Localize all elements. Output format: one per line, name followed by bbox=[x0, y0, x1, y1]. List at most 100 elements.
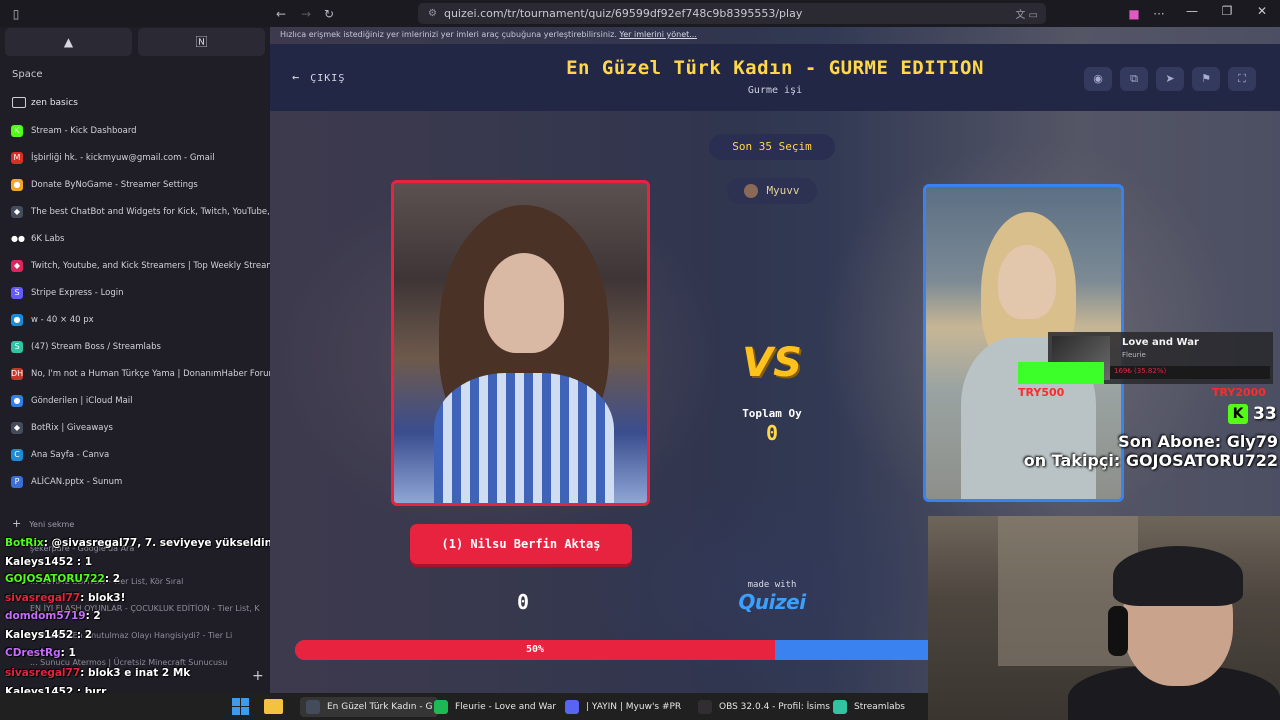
url-bar[interactable]: ⚙ quizei.com/tr/tournament/quiz/69599df9… bbox=[418, 3, 1046, 24]
sidebar-tab-label: Ana Sayfa - Canva bbox=[31, 449, 110, 460]
sidebar-tab-label: w - 40 × 40 px bbox=[31, 314, 94, 325]
more-menu-icon[interactable]: ··· bbox=[1150, 5, 1168, 23]
send-icon[interactable]: ➤ bbox=[1156, 67, 1184, 91]
folder-zen-basics[interactable]: zen basics bbox=[12, 97, 78, 108]
taskbar-app[interactable]: OBS 32.0.4 - Profil: İsims bbox=[698, 697, 830, 717]
quizei-logo[interactable]: Quizei bbox=[730, 590, 814, 614]
sidebar-tab[interactable]: ● w - 40 × 40 px bbox=[0, 306, 270, 333]
file-explorer-icon[interactable] bbox=[264, 699, 283, 714]
sidebar-tab[interactable]: ◆ BotRix | Giveaways bbox=[0, 414, 270, 441]
chat-username: sivasregal77 bbox=[5, 667, 81, 679]
sidebar-tab[interactable]: ◆ The best ChatBot and Widgets for Kick, … bbox=[0, 198, 270, 225]
chat-text: : blok3! bbox=[80, 592, 126, 604]
tab-favicon-icon: ● bbox=[11, 178, 23, 191]
sidebar-tab[interactable]: ● Donate ByNoGame - Streamer Settings bbox=[0, 171, 270, 198]
song-artist: Fleurie bbox=[1122, 351, 1146, 359]
reload-icon[interactable]: ↻ bbox=[320, 5, 338, 23]
back-icon[interactable]: ← bbox=[272, 5, 290, 23]
tab-favicon-icon: ◆ bbox=[11, 259, 23, 272]
eye-icon[interactable]: ◉ bbox=[1084, 67, 1112, 91]
goal-start-label: TRY500 bbox=[1018, 386, 1065, 399]
right-photo-face bbox=[998, 245, 1056, 319]
tab-favicon-icon: ● bbox=[11, 394, 23, 407]
sidebar-tab-label: ALİCAN.pptx - Sunum bbox=[31, 476, 123, 487]
space-label: Space bbox=[12, 69, 43, 80]
sidebar-tab[interactable]: C Ana Sayfa - Canva bbox=[0, 441, 270, 468]
chat-message: Kaleys1452 : 2 bbox=[5, 629, 92, 641]
left-choice-button[interactable]: (1) Nilsu Berfin Aktaş bbox=[410, 524, 632, 564]
chat-message: CDrestRg: 1 bbox=[5, 647, 76, 659]
sidebar-tab-label: 6K Labs bbox=[31, 233, 65, 244]
sidebar-tab[interactable]: ●● 6K Labs bbox=[0, 225, 270, 252]
tab-favicon-icon: S bbox=[11, 340, 23, 353]
tab-favicon-icon: ● bbox=[11, 313, 23, 326]
windows-start-icon[interactable] bbox=[232, 698, 249, 715]
tab-favicon-icon: K bbox=[11, 124, 23, 137]
forward-icon[interactable]: → bbox=[297, 5, 315, 23]
chat-username: domdom5719 bbox=[5, 610, 86, 622]
manage-bookmarks-link[interactable]: Yer imlerini yönet... bbox=[619, 30, 696, 39]
share-icon[interactable]: ⧉ bbox=[1120, 67, 1148, 91]
sidebar-tab[interactable]: M İşbirliği hk. - kickmyuw@gmail.com - Gm… bbox=[0, 144, 270, 171]
minimize-icon[interactable]: — bbox=[1180, 4, 1204, 18]
sidebar-tab[interactable]: P ALİCAN.pptx - Sunum bbox=[0, 468, 270, 495]
chat-message: BotRix: @sivasregal77, 7. seviyeye yükse… bbox=[5, 537, 272, 549]
webcam-feed bbox=[928, 516, 1280, 720]
sidebar-tab[interactable]: S Stripe Express - Login bbox=[0, 279, 270, 306]
vote-progress-label: 50% bbox=[525, 644, 545, 655]
chat-text: : 1 bbox=[60, 647, 76, 659]
site-info-icon[interactable]: ⚙ bbox=[428, 8, 437, 19]
chat-message: sivasregal77: blok3! bbox=[5, 592, 125, 604]
sidebar-tab[interactable]: S (47) Stream Boss / Streamlabs bbox=[0, 333, 270, 360]
sidebar-tab-label: Stream - Kick Dashboard bbox=[31, 125, 137, 136]
taskbar-app[interactable]: | YAYIN | Myuw's #PR bbox=[565, 697, 681, 717]
folder-label: zen basics bbox=[31, 97, 78, 108]
add-icon[interactable]: + bbox=[252, 668, 264, 684]
warning-button[interactable]: ▲ bbox=[5, 28, 132, 56]
goal-progress-fill bbox=[1018, 362, 1104, 384]
taskbar-app[interactable]: Fleurie - Love and War bbox=[434, 697, 556, 717]
sidebar-tab[interactable]: ● Gönderilen | iCloud Mail bbox=[0, 387, 270, 414]
last-follower: on Takipçi: GOJOSATORU722 bbox=[1023, 451, 1278, 470]
tab-favicon-icon: ●● bbox=[11, 232, 25, 245]
sidebar-tab[interactable]: DH No, I'm not a Human Türkçe Yama | Dona… bbox=[0, 360, 270, 387]
new-tab-label: Yeni sekme bbox=[29, 520, 75, 529]
taskbar-app-label: | YAYIN | Myuw's #PR bbox=[586, 702, 682, 712]
bookmark-hint-text: Hızlıca erişmek istediğiniz yer imlerini… bbox=[280, 30, 617, 39]
tab-favicon-icon: S bbox=[11, 286, 23, 299]
fullscreen-icon[interactable]: ⛶ bbox=[1228, 67, 1256, 91]
app-icon bbox=[306, 700, 320, 714]
webcam-person-cap bbox=[1113, 546, 1243, 606]
sidebar-toggle-icon[interactable]: ▯ bbox=[7, 5, 25, 23]
new-tab-button[interactable]: + Yeni sekme bbox=[12, 517, 74, 530]
taskbar-app-label: OBS 32.0.4 - Profil: İsims bbox=[719, 702, 830, 712]
close-icon[interactable]: ✕ bbox=[1250, 4, 1274, 18]
taskbar-app-label: En Güzel Türk Kadın - G bbox=[327, 702, 433, 712]
app-icon bbox=[833, 700, 847, 714]
chat-message: Kaleys1452 : 1 bbox=[5, 556, 92, 568]
total-votes-label: Toplam Oy bbox=[742, 407, 802, 420]
quiz-header: ← ÇIKIŞ En Güzel Türk Kadın - GURME EDITI… bbox=[270, 44, 1280, 111]
left-photo-body bbox=[434, 373, 614, 503]
app-icon bbox=[434, 700, 448, 714]
sidebar-tab[interactable]: K Stream - Kick Dashboard bbox=[0, 117, 270, 144]
chat-text: : 1 bbox=[73, 556, 93, 568]
sidebar-tab-label: Gönderilen | iCloud Mail bbox=[31, 395, 133, 406]
host-name: Myuvv bbox=[766, 184, 800, 197]
sidebar-tab[interactable]: ◆ Twitch, Youtube, and Kick Streamers | T… bbox=[0, 252, 270, 279]
song-title: Love and War bbox=[1122, 337, 1199, 348]
chat-text: : 2 bbox=[104, 573, 121, 585]
taskbar-app[interactable]: Streamlabs bbox=[833, 697, 905, 717]
left-contestant-card[interactable] bbox=[391, 180, 650, 506]
notion-button[interactable]: 🄽 bbox=[138, 28, 265, 56]
flag-icon[interactable]: ⚑ bbox=[1192, 67, 1220, 91]
made-with-label: made with bbox=[747, 580, 797, 590]
chat-text: : 2 bbox=[85, 610, 101, 622]
chat-message: GOJOSATORU722: 2 bbox=[5, 573, 120, 585]
taskbar-app[interactable]: En Güzel Türk Kadın - G bbox=[300, 697, 439, 717]
webcam-headset bbox=[1108, 606, 1128, 656]
donation-goal-bar: 169₺ (35.82%) bbox=[1110, 366, 1270, 379]
translate-icon[interactable]: 文 ▭ bbox=[1015, 6, 1038, 21]
extension-icon[interactable]: ■ bbox=[1125, 5, 1143, 23]
maximize-icon[interactable]: ❐ bbox=[1215, 4, 1239, 18]
